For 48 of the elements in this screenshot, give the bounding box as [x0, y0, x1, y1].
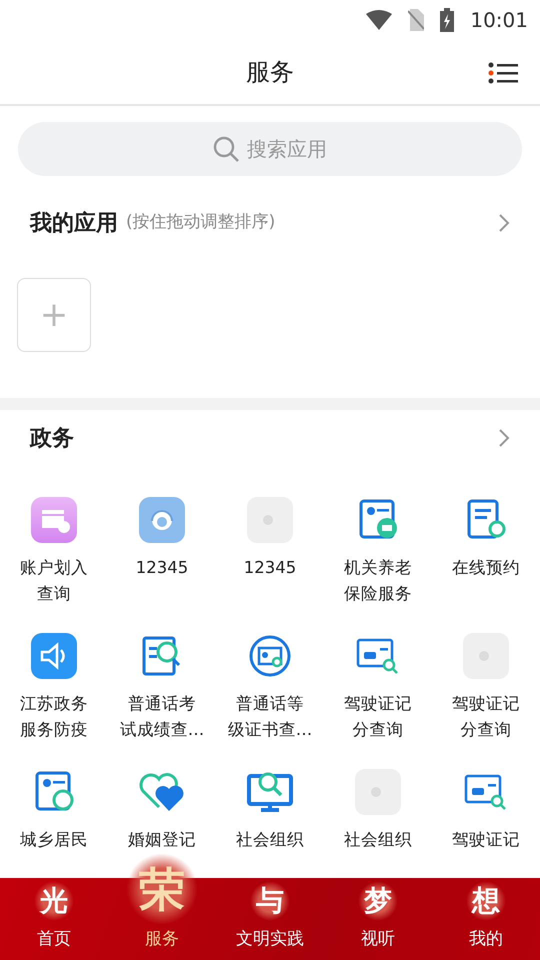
car-card-icon[interactable]: [464, 772, 508, 812]
nav-tab[interactable]: 光 首页: [0, 878, 108, 960]
tab-emblem: 光: [34, 880, 74, 920]
nav-tab[interactable]: 梦 视听: [324, 878, 432, 960]
chevron-right-icon[interactable]: [498, 213, 510, 233]
app-label[interactable]: 驾驶证记 分查询: [344, 691, 412, 743]
app-label[interactable]: 城乡居民: [20, 827, 88, 853]
app-label[interactable]: 江苏政务 服务防疫: [20, 691, 88, 743]
exam-document-icon[interactable]: [141, 635, 183, 677]
app-label[interactable]: 驾驶证记: [452, 827, 520, 853]
chevron-right-icon[interactable]: [498, 428, 510, 448]
section-title: 我的应用: [30, 210, 118, 238]
tab-emblem: 梦: [358, 880, 398, 920]
app-label[interactable]: 机关养老 保险服务: [344, 555, 412, 607]
id-badge-icon[interactable]: [248, 634, 292, 678]
bill-icon[interactable]: [31, 497, 77, 543]
id-card-badge-icon[interactable]: [357, 499, 399, 541]
page-title: 服务: [246, 57, 294, 88]
section-hint: (按住拖动调整排序): [126, 211, 276, 234]
no-sim-icon: [408, 9, 424, 31]
app-label[interactable]: 社会组织: [344, 827, 412, 853]
app-label[interactable]: 驾驶证记 分查询: [452, 691, 520, 743]
search-placeholder: 搜索应用: [247, 136, 327, 163]
speaker-icon[interactable]: [31, 633, 77, 679]
nav-tab[interactable]: 想 我的: [432, 878, 540, 960]
app-label[interactable]: 在线预约: [452, 555, 520, 581]
app-label[interactable]: 12345: [244, 555, 296, 581]
menu-icon[interactable]: [488, 62, 518, 84]
section-title: 政务: [30, 424, 74, 452]
tab-emblem: 荣: [126, 852, 198, 924]
document-gear-icon[interactable]: [465, 499, 507, 541]
clock-time: 10:01: [470, 7, 528, 34]
nav-tab[interactable]: 与 文明实践: [216, 878, 324, 960]
app-label[interactable]: 账户划入 查询: [20, 555, 88, 607]
app-label[interactable]: 普通话等 级证书查…: [228, 691, 312, 743]
tab-emblem: 与: [250, 880, 290, 920]
id-card-badge-icon[interactable]: [33, 771, 75, 813]
app-label[interactable]: 社会组织: [236, 827, 304, 853]
app-label[interactable]: 普通话考 试成绩查…: [120, 691, 204, 743]
tab-emblem: 想: [466, 880, 506, 920]
monitor-search-icon[interactable]: [247, 770, 293, 814]
car-card-icon[interactable]: [356, 636, 400, 676]
wifi-icon: [366, 10, 392, 30]
search-icon: [213, 136, 239, 162]
app-label[interactable]: 12345: [136, 555, 188, 581]
battery-icon: [440, 8, 454, 32]
hearts-icon[interactable]: [139, 771, 185, 813]
app-label[interactable]: 婚姻登记: [128, 827, 196, 853]
